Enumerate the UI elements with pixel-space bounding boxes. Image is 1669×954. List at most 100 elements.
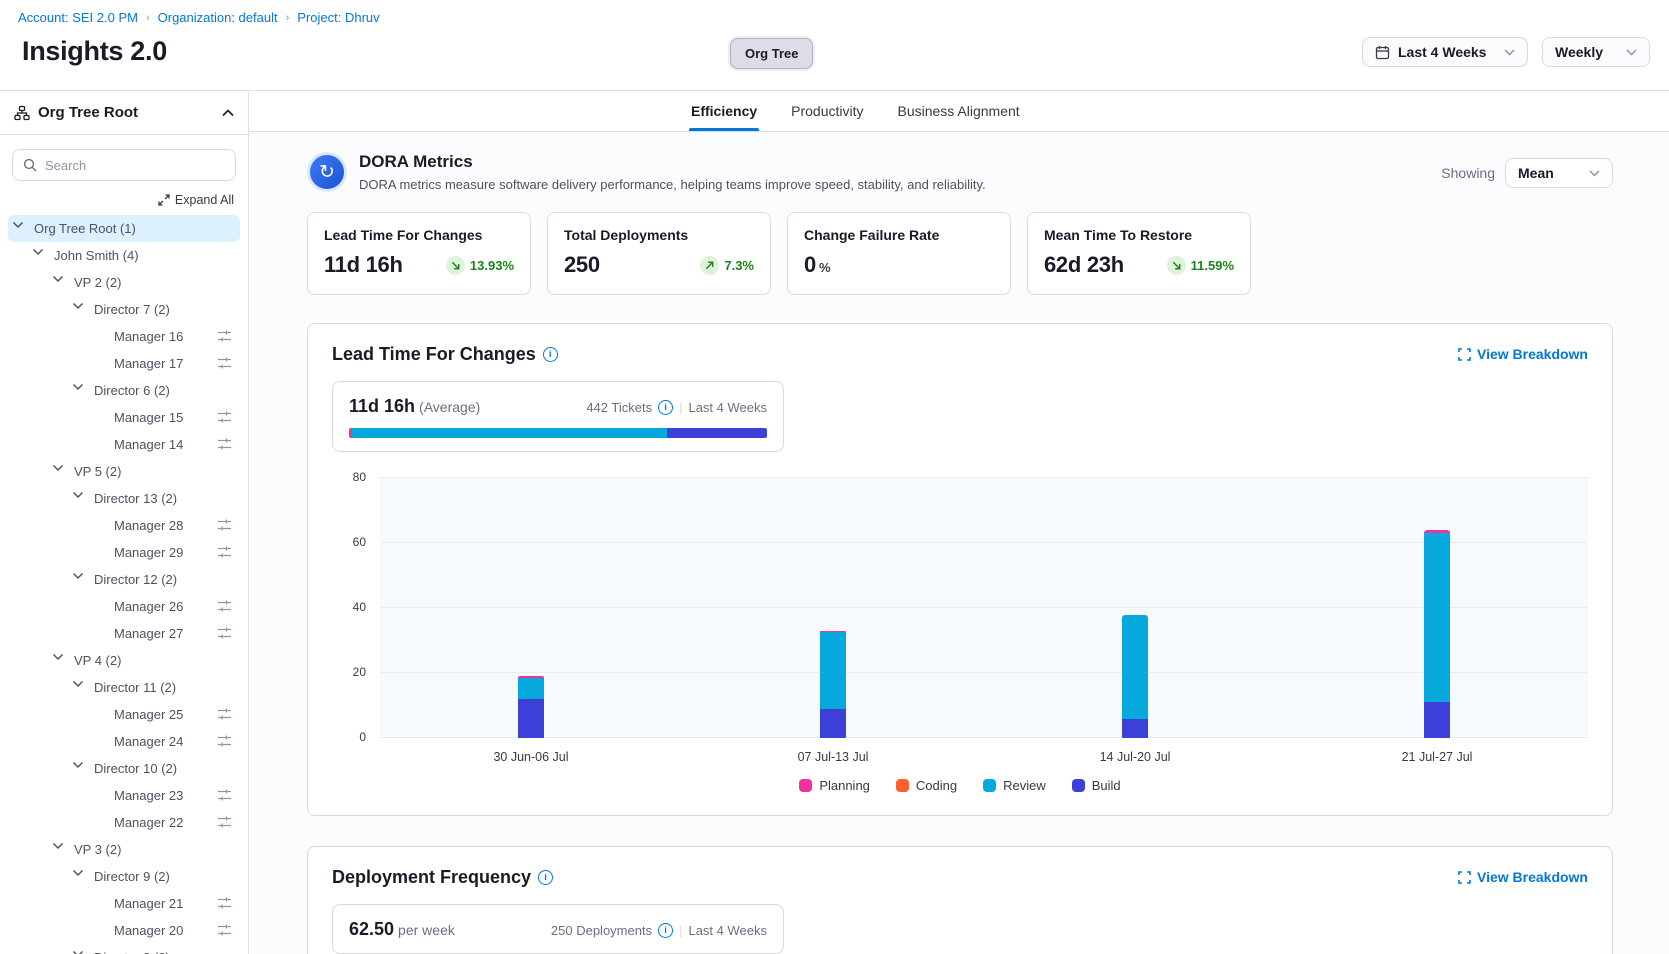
tree-item-manager-14[interactable]: Manager 14 [8, 431, 240, 458]
expand-all-button[interactable]: Expand All [0, 185, 248, 213]
y-axis-tick: 80 [353, 470, 366, 484]
tree-item-label: Manager 24 [114, 734, 183, 749]
chevron-down-icon[interactable] [52, 275, 68, 291]
legend-item-planning[interactable]: Planning [799, 778, 870, 793]
info-icon[interactable]: i [658, 400, 673, 415]
filter-sliders-icon[interactable] [217, 437, 232, 451]
org-tree-button[interactable]: Org Tree [730, 38, 813, 69]
tree-item-manager-23[interactable]: Manager 23 [8, 782, 240, 809]
filter-sliders-icon[interactable] [217, 734, 232, 748]
chart-gridline: 40 [380, 607, 1588, 608]
granularity-dropdown[interactable]: Weekly [1542, 37, 1650, 67]
tree-item-manager-15[interactable]: Manager 15 [8, 404, 240, 431]
filter-sliders-icon[interactable] [217, 896, 232, 910]
legend-swatch [896, 779, 909, 792]
chevron-down-icon[interactable] [72, 761, 88, 777]
filter-sliders-icon[interactable] [217, 923, 232, 937]
tree-item-org-tree-root-1-[interactable]: Org Tree Root (1) [8, 215, 240, 242]
bar-07-jul-13-jul[interactable] [820, 631, 846, 738]
tree-item-vp-3-2-[interactable]: VP 3 (2) [8, 836, 240, 863]
breadcrumb-link[interactable]: Organization: default [158, 10, 278, 25]
metric-card-title: Change Failure Rate [804, 227, 994, 243]
lead-time-view-breakdown-link[interactable]: View Breakdown [1458, 346, 1588, 362]
tree-item-label: Manager 25 [114, 707, 183, 722]
tree-item-label: VP 4 (2) [74, 653, 121, 668]
legend-item-review[interactable]: Review [983, 778, 1046, 793]
metric-card-unit: % [819, 260, 830, 275]
chevron-down-icon[interactable] [52, 464, 68, 480]
trend-percentage: 13.93% [470, 258, 514, 273]
tree-item-vp-5-2-[interactable]: VP 5 (2) [8, 458, 240, 485]
tree-item-director-7-2-[interactable]: Director 7 (2) [8, 296, 240, 323]
tree-item-manager-24[interactable]: Manager 24 [8, 728, 240, 755]
tree-item-manager-25[interactable]: Manager 25 [8, 701, 240, 728]
filter-sliders-icon[interactable] [217, 815, 232, 829]
tree-item-manager-26[interactable]: Manager 26 [8, 593, 240, 620]
bar-21-jul-27-jul[interactable] [1424, 530, 1450, 738]
tree-item-manager-27[interactable]: Manager 27 [8, 620, 240, 647]
filter-sliders-icon[interactable] [217, 626, 232, 640]
filter-sliders-icon[interactable] [217, 329, 232, 343]
bar-30-jun-06-jul[interactable] [518, 676, 544, 738]
chevron-down-icon[interactable] [12, 221, 28, 237]
chevron-down-icon[interactable] [72, 572, 88, 588]
breadcrumb-link[interactable]: Account: SEI 2.0 PM [18, 10, 138, 25]
bar-14-jul-20-jul[interactable] [1122, 615, 1148, 739]
trend-badge: 11.59% [1167, 256, 1234, 275]
tree-item-vp-2-2-[interactable]: VP 2 (2) [8, 269, 240, 296]
chevron-down-icon[interactable] [52, 653, 68, 669]
tab-productivity[interactable]: Productivity [789, 91, 865, 131]
filter-sliders-icon[interactable] [217, 788, 232, 802]
tree-item-director-6-2-[interactable]: Director 6 (2) [8, 377, 240, 404]
chevron-down-icon[interactable] [32, 248, 48, 264]
tree-item-john-smith-4-[interactable]: John Smith (4) [8, 242, 240, 269]
date-range-dropdown[interactable]: Last 4 Weeks [1362, 37, 1528, 67]
filter-sliders-icon[interactable] [217, 599, 232, 613]
chevron-down-icon[interactable] [72, 383, 88, 399]
chevron-down-icon[interactable] [72, 680, 88, 696]
tree-item-manager-20[interactable]: Manager 20 [8, 917, 240, 944]
lead-time-title: Lead Time For Changes [332, 344, 536, 365]
info-icon[interactable]: i [658, 923, 673, 938]
tree-item-director-13-2-[interactable]: Director 13 (2) [8, 485, 240, 512]
filter-sliders-icon[interactable] [217, 410, 232, 424]
y-axis-tick: 0 [359, 730, 366, 744]
tree-item-director-11-2-[interactable]: Director 11 (2) [8, 674, 240, 701]
filter-sliders-icon[interactable] [217, 356, 232, 370]
chevron-down-icon[interactable] [72, 302, 88, 318]
deployment-view-breakdown-link[interactable]: View Breakdown [1458, 869, 1588, 885]
filter-sliders-icon[interactable] [217, 707, 232, 721]
tree-item-manager-29[interactable]: Manager 29 [8, 539, 240, 566]
tree-item-manager-17[interactable]: Manager 17 [8, 350, 240, 377]
tab-efficiency[interactable]: Efficiency [689, 91, 759, 131]
filter-sliders-icon[interactable] [217, 545, 232, 559]
tree-item-manager-28[interactable]: Manager 28 [8, 512, 240, 539]
breadcrumb-link[interactable]: Project: Dhruv [297, 10, 379, 25]
legend-label: Planning [819, 778, 870, 793]
tree-item-director-12-2-[interactable]: Director 12 (2) [8, 566, 240, 593]
tree-item-director-8-2-[interactable]: Director 8 (2) [8, 944, 240, 954]
search-input[interactable] [45, 158, 225, 173]
info-icon[interactable]: i [543, 347, 558, 362]
tree-item-manager-21[interactable]: Manager 21 [8, 890, 240, 917]
chevron-down-icon[interactable] [52, 842, 68, 858]
date-range-value: Last 4 Weeks [1398, 44, 1490, 60]
chart-gridline: 80 [380, 477, 1588, 478]
filter-sliders-icon[interactable] [217, 518, 232, 532]
tree-item-manager-16[interactable]: Manager 16 [8, 323, 240, 350]
page-title: Insights 2.0 [22, 36, 167, 67]
chevron-down-icon[interactable] [72, 950, 88, 954]
info-icon[interactable]: i [538, 870, 553, 885]
collapse-sidebar-icon[interactable] [222, 109, 234, 117]
tab-business-alignment[interactable]: Business Alignment [896, 91, 1022, 131]
chevron-down-icon[interactable] [72, 491, 88, 507]
aggregation-dropdown[interactable]: Mean [1505, 158, 1613, 188]
tree-item-vp-4-2-[interactable]: VP 4 (2) [8, 647, 240, 674]
breadcrumb-separator: › [146, 12, 150, 24]
tree-item-manager-22[interactable]: Manager 22 [8, 809, 240, 836]
legend-item-build[interactable]: Build [1072, 778, 1121, 793]
chevron-down-icon[interactable] [72, 869, 88, 885]
legend-item-coding[interactable]: Coding [896, 778, 957, 793]
tree-item-director-9-2-[interactable]: Director 9 (2) [8, 863, 240, 890]
tree-item-director-10-2-[interactable]: Director 10 (2) [8, 755, 240, 782]
